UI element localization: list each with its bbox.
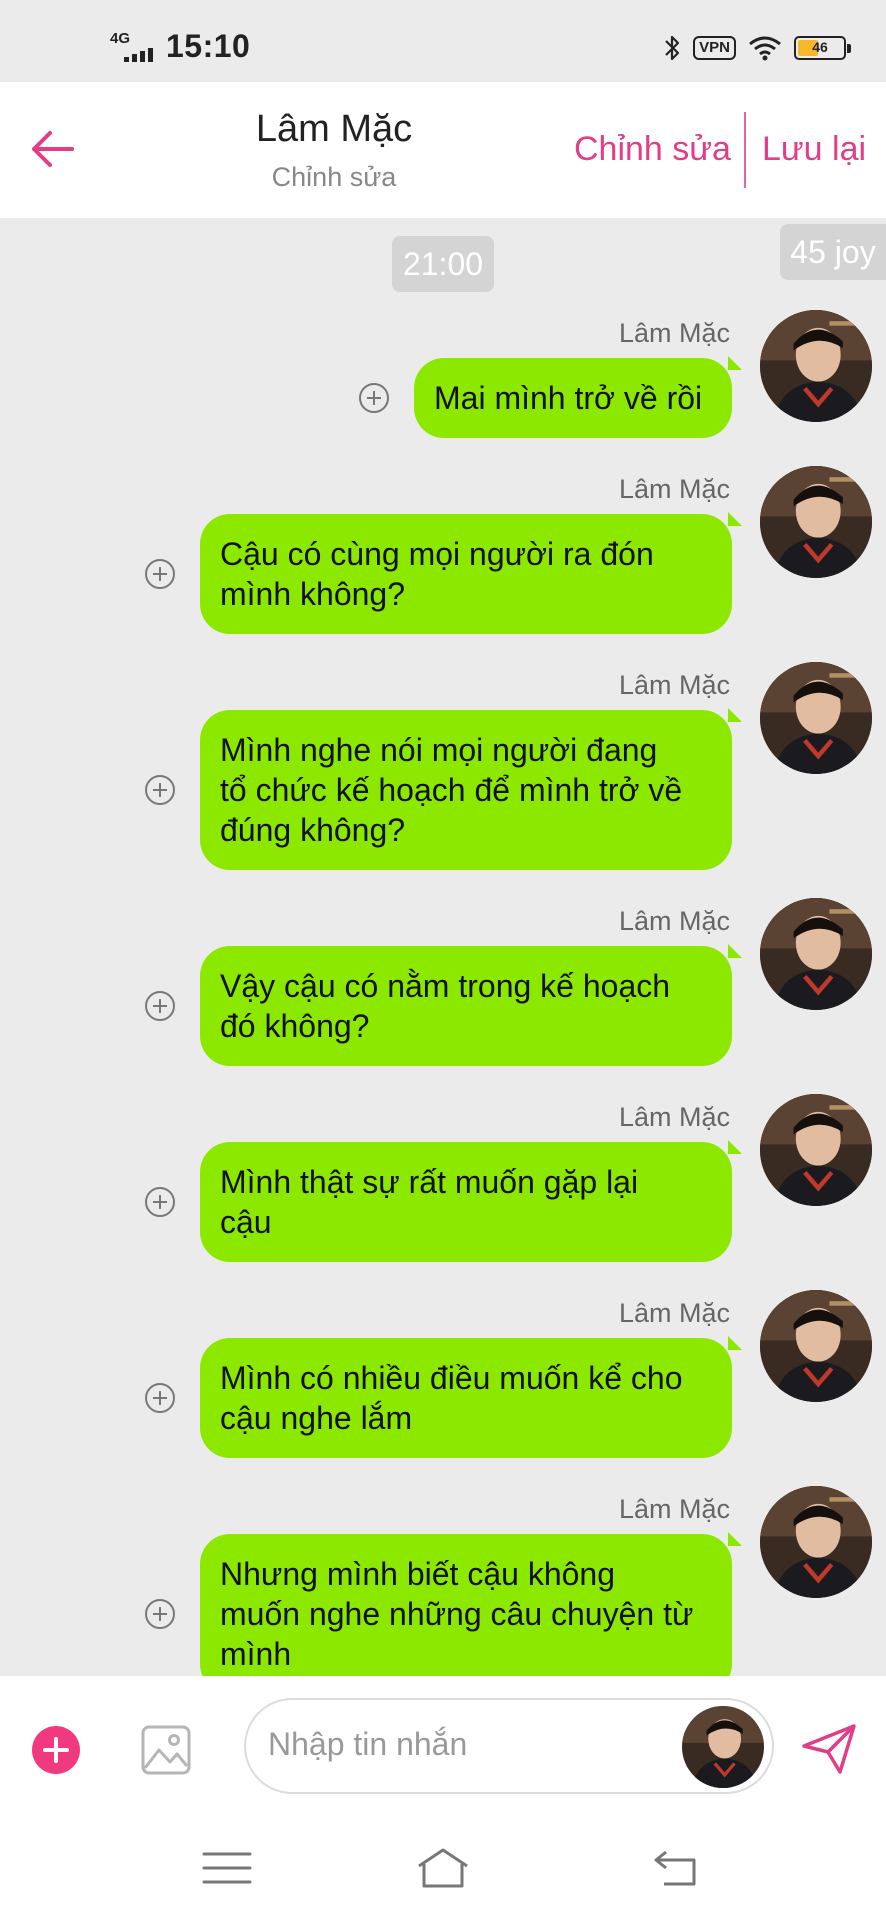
chat-header: Lâm Mặc Chỉnh sửa Chỉnh sửa Lưu lại — [0, 82, 886, 218]
message-input-placeholder: Nhập tin nhắn — [268, 1726, 468, 1762]
message-text-line: Nhưng mình biết cậu không — [220, 1556, 615, 1592]
avatar-image — [760, 1094, 872, 1206]
page-subtitle: Chỉnh sửa — [271, 162, 397, 192]
add-reaction-icon[interactable] — [358, 382, 390, 414]
add-reaction-icon[interactable] — [144, 1598, 176, 1630]
message-bubble[interactable]: Nhưng mình biết cậu không muốn nghe những… — [200, 1532, 742, 1676]
message-text-line: cậu nghe lắm — [220, 1400, 413, 1436]
message-text-line: Mình nghe nói mọi người đang — [220, 732, 658, 768]
back-arrow-icon[interactable] — [28, 124, 78, 174]
avatar-image — [760, 1290, 872, 1402]
avatar-image — [760, 1486, 872, 1598]
message-sender: Lâm Mặc — [618, 318, 730, 348]
add-reaction-icon[interactable] — [144, 558, 176, 590]
send-icon[interactable] — [800, 1720, 858, 1778]
message-text-line: Vậy cậu có nằm trong kế hoạch — [220, 968, 671, 1004]
avatar-image — [760, 898, 872, 1010]
menu-icon[interactable] — [200, 1846, 254, 1890]
page-title: Lâm Mặc — [255, 108, 413, 150]
avatar-image — [760, 662, 872, 774]
message-text-line: cậu — [220, 1204, 272, 1240]
composer-bar: Nhập tin nhắn — [0, 1676, 886, 1816]
message-input[interactable]: Nhập tin nhắn — [244, 1698, 774, 1794]
back-icon[interactable] — [650, 1846, 704, 1890]
message-bubble[interactable]: Mình có nhiều điều muốn kể cho cậu nghe l… — [200, 1336, 742, 1458]
status-bar: 4G 15:10 VPN 46 — [0, 0, 886, 82]
message-bubble[interactable]: Vậy cậu có nằm trong kế hoạch đó không? — [200, 944, 742, 1066]
chat-area[interactable]: 21:00 45 joy Lâm Mặc Mai mình trở về rồi L… — [0, 218, 886, 1676]
message-bubble[interactable]: Mình thật sự rất muốn gặp lại cậu — [200, 1140, 742, 1262]
add-reaction-icon[interactable] — [144, 1186, 176, 1218]
message-text-line: đó không? — [220, 1008, 370, 1044]
message-bubble[interactable]: Cậu có cùng mọi người ra đón mình không? — [200, 512, 742, 634]
avatar[interactable] — [760, 898, 872, 1010]
avatar[interactable] — [760, 1486, 872, 1598]
wifi-icon — [749, 36, 781, 61]
battery-level: 46 — [812, 39, 828, 55]
message-bubble[interactable]: Mình nghe nói mọi người đang tổ chức kế h… — [200, 708, 742, 870]
message-text-line: đúng không? — [220, 812, 406, 848]
message-text-line: Mình thật sự rất muốn gặp lại — [220, 1164, 639, 1200]
avatar-image — [760, 310, 872, 422]
add-reaction-icon[interactable] — [144, 774, 176, 806]
status-time: 15:10 — [166, 28, 251, 64]
add-reaction-icon[interactable] — [144, 990, 176, 1022]
avatar[interactable] — [682, 1706, 764, 1788]
add-button[interactable] — [32, 1726, 80, 1774]
avatar[interactable] — [760, 662, 872, 774]
message-text-line: tổ chức kế hoạch để mình trở về — [220, 772, 683, 808]
message-text-line: muốn nghe những câu chuyện từ — [220, 1596, 694, 1632]
edit-button[interactable]: Chỉnh sửa — [574, 130, 731, 169]
message-text-line: mình — [220, 1636, 292, 1672]
header-divider — [744, 112, 746, 188]
time-divider: 21:00 — [392, 236, 494, 292]
avatar[interactable] — [760, 466, 872, 578]
cell-signal-icon: 4G — [110, 30, 156, 64]
network-type: 4G — [110, 30, 131, 47]
avatar[interactable] — [760, 1290, 872, 1402]
save-button[interactable]: Lưu lại — [762, 130, 866, 169]
image-icon[interactable] — [140, 1724, 192, 1776]
plus-icon — [43, 1737, 69, 1763]
message-sender: Lâm Mặc — [618, 474, 730, 504]
add-reaction-icon[interactable] — [144, 1382, 176, 1414]
message-text-line: mình không? — [220, 576, 406, 612]
bluetooth-icon — [665, 35, 680, 61]
avatar[interactable] — [760, 310, 872, 422]
message-text-line: Cậu có cùng mọi người ra đón — [220, 536, 654, 572]
message-sender: Lâm Mặc — [618, 1298, 730, 1328]
message-text-line: Mình có nhiều điều muốn kể cho — [220, 1360, 683, 1396]
avatar-image — [760, 466, 872, 578]
message-sender: Lâm Mặc — [618, 906, 730, 936]
vpn-badge: VPN — [693, 36, 736, 60]
home-icon[interactable] — [416, 1846, 470, 1890]
avatar-image — [682, 1706, 764, 1788]
system-nav-bar — [0, 1816, 886, 1920]
message-bubble[interactable]: Mai mình trở về rồi — [414, 356, 742, 438]
message-sender: Lâm Mặc — [618, 670, 730, 700]
avatar[interactable] — [760, 1094, 872, 1206]
battery-icon: 46 — [794, 36, 851, 60]
joy-badge[interactable]: 45 joy — [780, 224, 886, 280]
message-sender: Lâm Mặc — [618, 1102, 730, 1132]
message-sender: Lâm Mặc — [618, 1494, 730, 1524]
message-text-line: Mai mình trở về rồi — [434, 380, 703, 416]
